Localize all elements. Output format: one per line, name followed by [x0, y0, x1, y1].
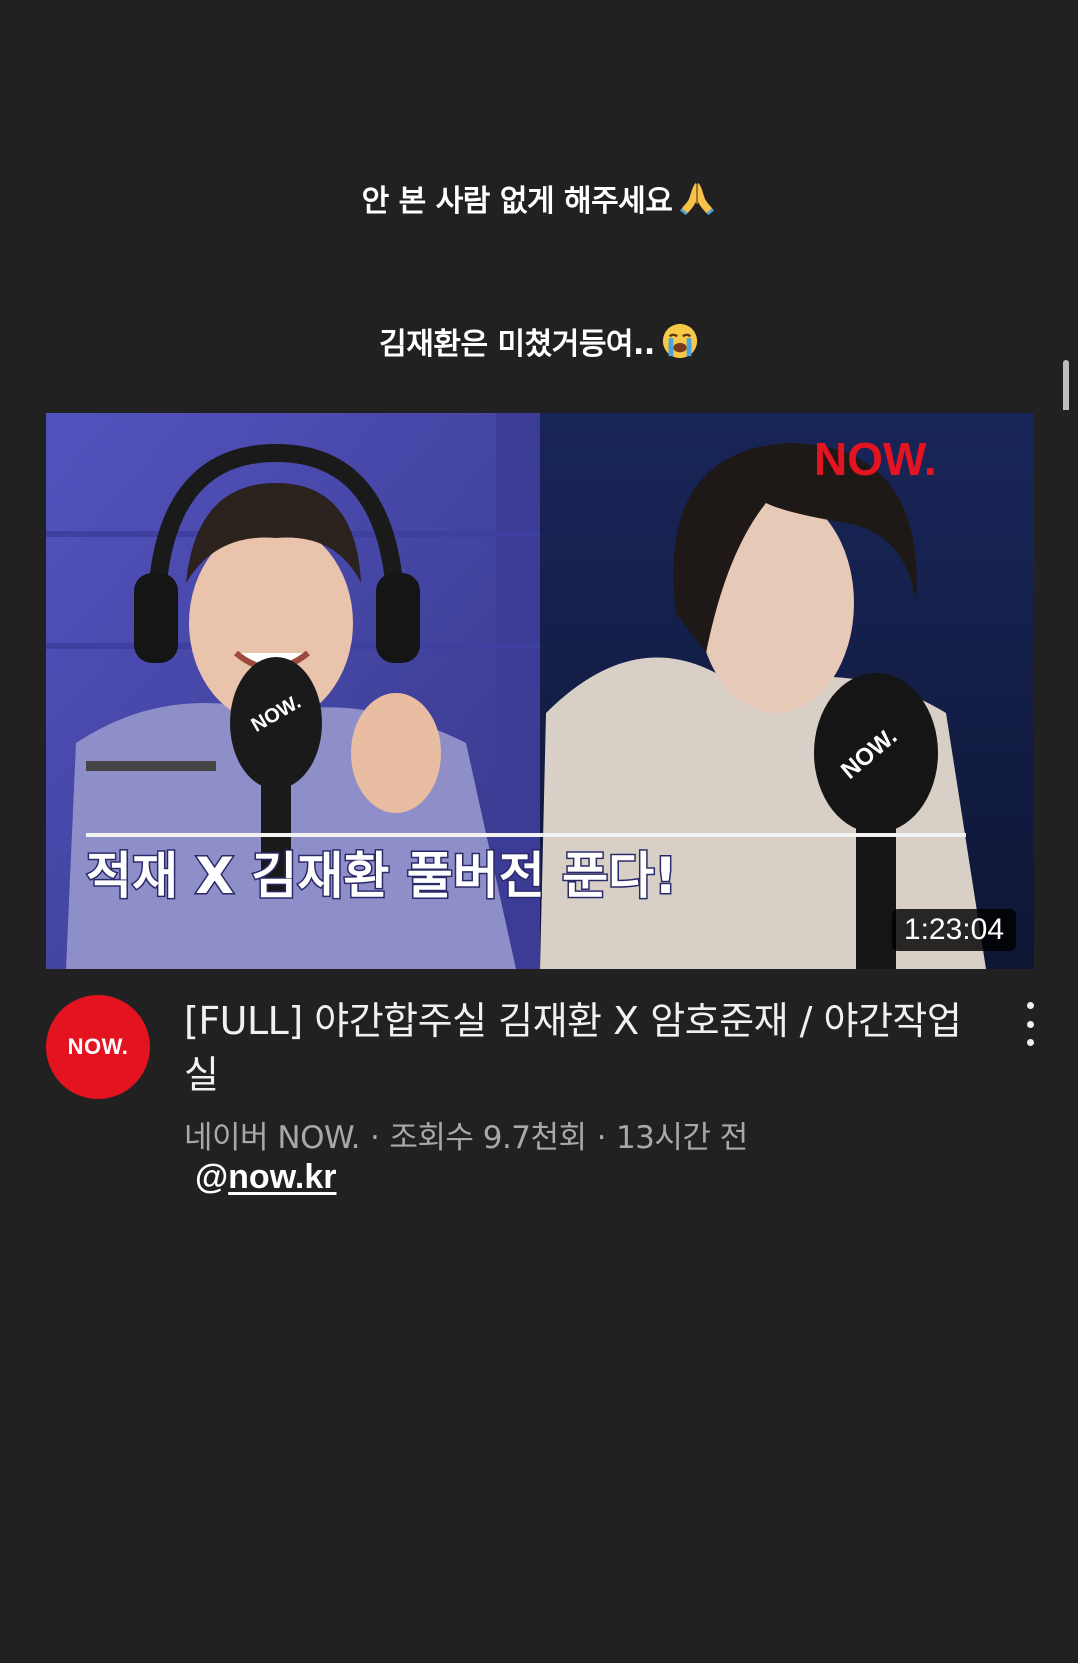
more-options-icon[interactable] — [1016, 1002, 1044, 1046]
video-title[interactable]: [FULL] 야간합주실 김재환 X 암호준재 / 야간작업실 — [184, 994, 964, 1102]
video-duration-badge: 1:23:04 — [891, 909, 1016, 951]
channel-name: 네이버 NOW. — [184, 1120, 360, 1156]
story-caption-1: 안 본 사람 없게 해주세요 — [0, 176, 1078, 220]
youtube-video-card[interactable]: NOW. NOW. NOW. 적재 X 김재환 풀버전 푼다! 1:23:04 — [0, 410, 1078, 1200]
video-thumbnail[interactable]: NOW. NOW. NOW. 적재 X 김재환 풀버전 푼다! 1:23:04 — [46, 413, 1034, 969]
mention-handle: now.kr — [228, 1158, 337, 1196]
caption-2-text: 김재환은 미쳤거등여.. — [379, 327, 655, 362]
thumbnail-illustration: NOW. NOW. NOW. 적재 X 김재환 풀버전 푼다! — [46, 413, 1034, 969]
mention-sticker[interactable]: @now.kr — [195, 1158, 336, 1197]
view-count: 조회수 9.7천회 — [389, 1120, 587, 1156]
meta-separator: · — [596, 1120, 607, 1156]
caption-1-text: 안 본 사람 없게 해주세요 — [361, 184, 673, 219]
channel-avatar-text: NOW. — [67, 1034, 129, 1059]
upload-age: 13시간 전 — [615, 1120, 748, 1156]
meta-separator: · — [369, 1120, 380, 1156]
channel-avatar[interactable]: NOW. — [46, 995, 150, 1099]
thumbnail-caption: 적재 X 김재환 풀버전 푼다! — [86, 847, 677, 905]
crying-face-icon — [662, 323, 697, 359]
story-screen: 안 본 사람 없게 해주세요 김재환은 미쳤거등여.. NOW. NOW. NO… — [0, 0, 1078, 1663]
thumbnail-brand-logo: NOW. — [814, 433, 937, 485]
video-meta: 네이버 NOW. · 조회수 9.7천회 · 13시간 전 — [184, 1112, 748, 1157]
folded-hands-icon — [680, 182, 715, 216]
mention-at: @ — [195, 1158, 229, 1196]
story-caption-2: 김재환은 미쳤거등여.. — [0, 319, 1078, 363]
